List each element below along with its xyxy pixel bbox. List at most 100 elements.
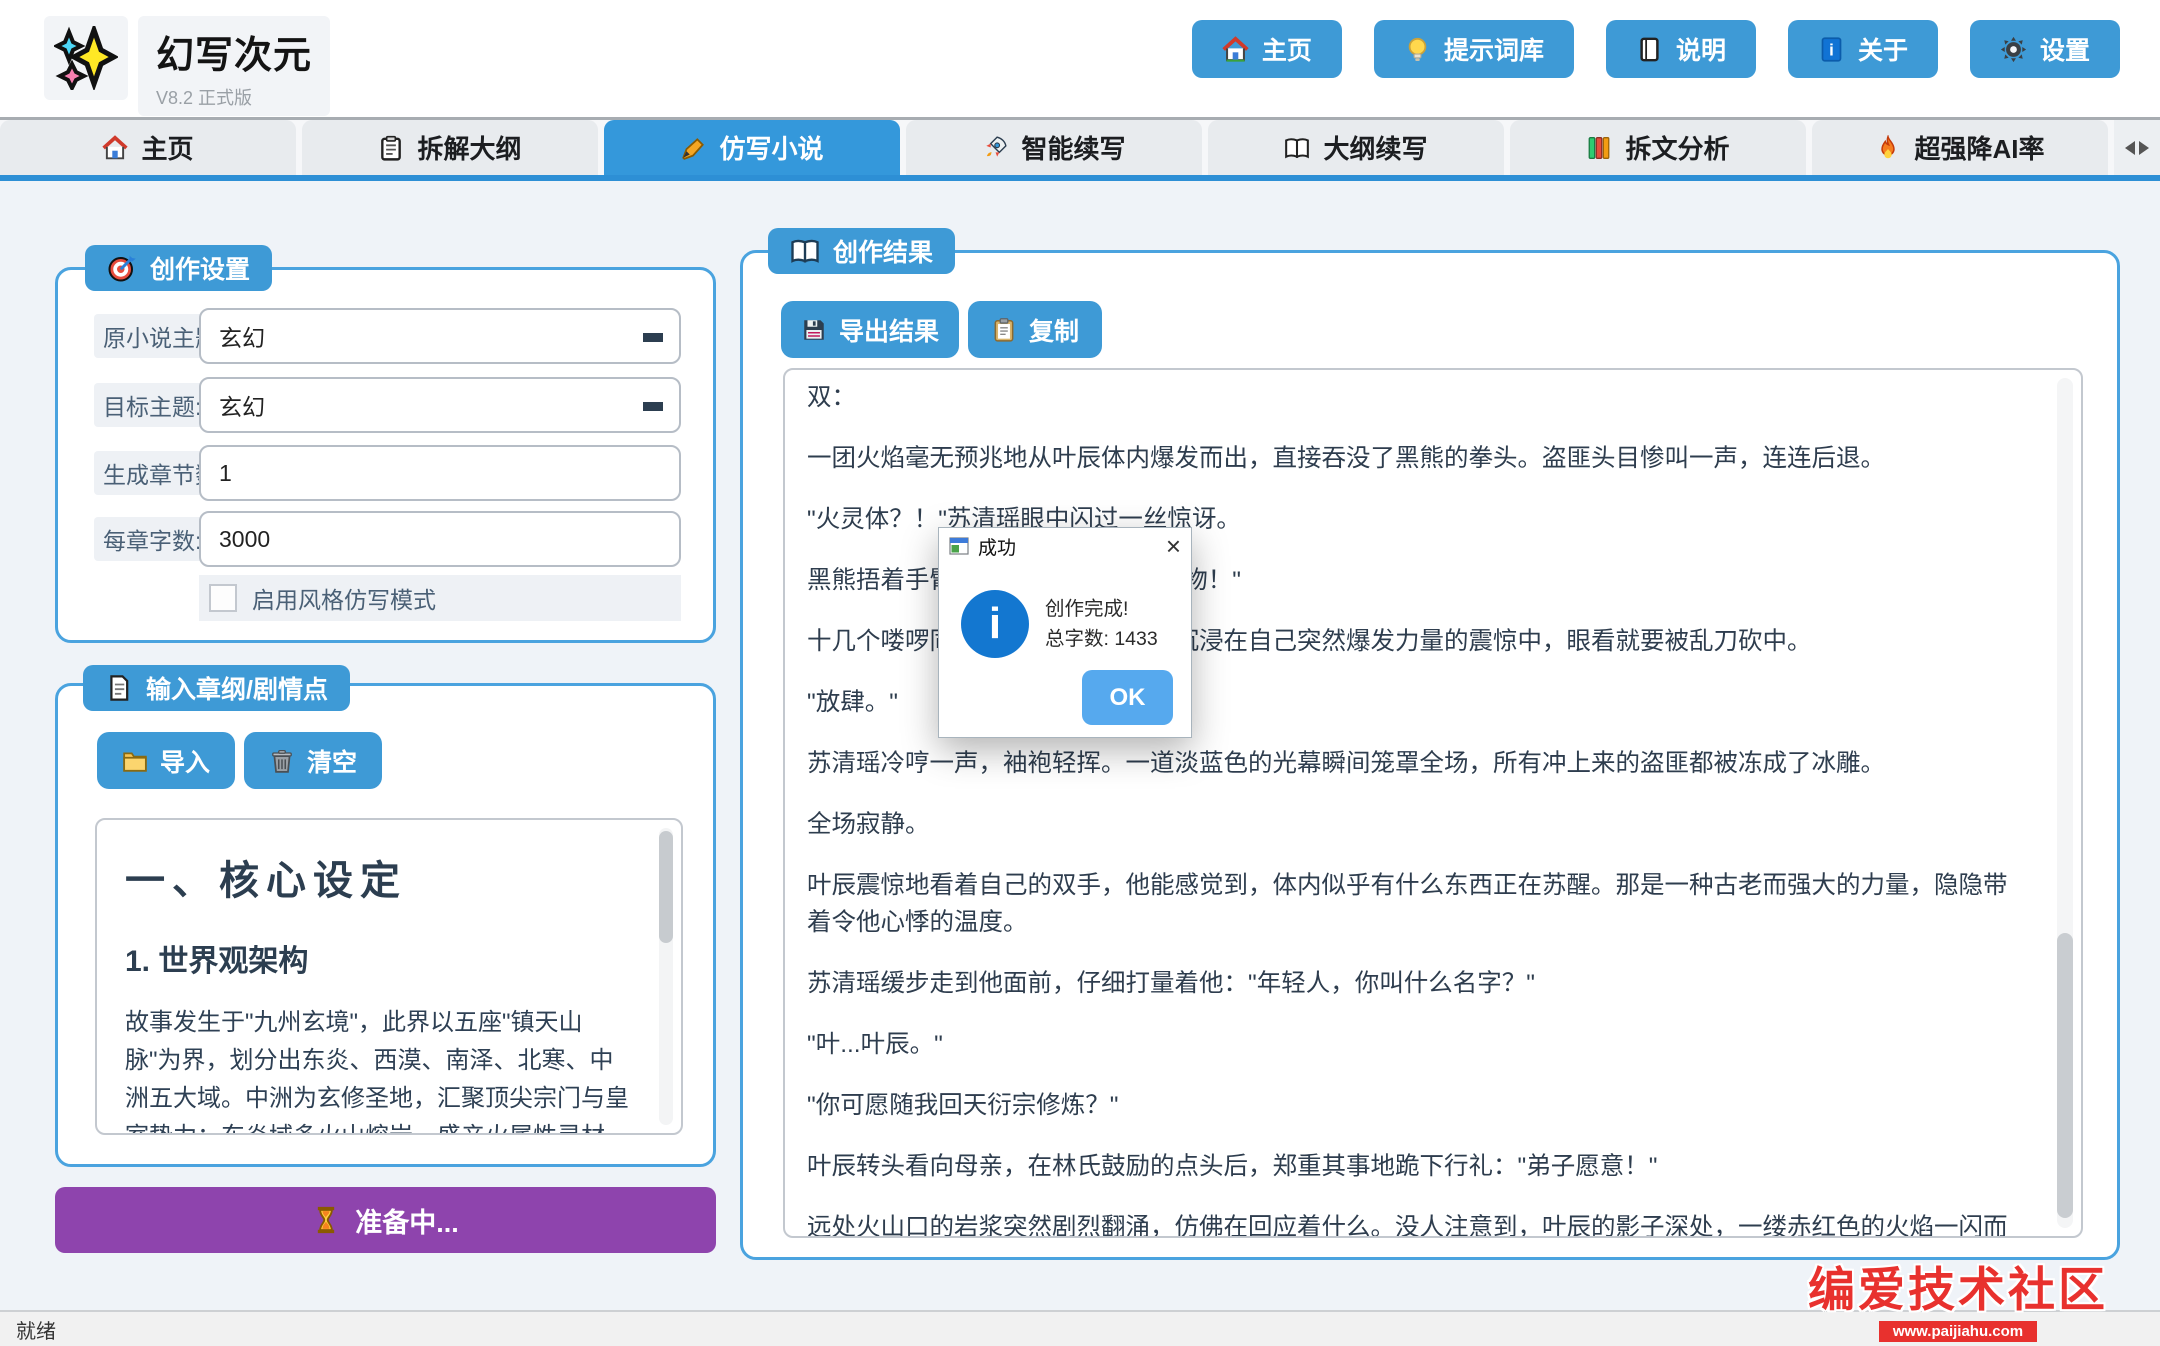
scroll-right-icon[interactable] (2139, 141, 2156, 155)
generate-button[interactable]: 准备中... (55, 1187, 716, 1253)
floppy-icon (801, 317, 827, 343)
app-header: 幻写次元 V8.2 正式版 主页 (0, 0, 2160, 117)
logo-box (44, 16, 128, 100)
outline-scrollbar[interactable] (659, 828, 673, 1125)
import-button[interactable]: 导入 (97, 732, 235, 789)
result-textarea[interactable]: 双： 一团火焰毫无预兆地从叶辰体内爆发而出，直接吞没了黑熊的拳头。盗匪头目惨叫一… (783, 368, 2083, 1238)
words-per-chapter-input[interactable]: 3000 (199, 511, 681, 567)
app-logo: 幻写次元 V8.2 正式版 (44, 16, 330, 116)
result-paragraph: 远处火山口的岩浆突然剧烈翻涌，仿佛在回应着什么。没人注意到，叶辰的影子深处，一缕… (807, 1209, 2017, 1238)
dropdown-mark-icon (643, 402, 663, 411)
window-icon (949, 536, 969, 556)
clipboard-icon (378, 135, 404, 161)
result-panel-title: 创作结果 (833, 233, 933, 269)
export-result-button[interactable]: 导出结果 (781, 301, 959, 358)
watermark-url: www.paijiahu.com (1879, 1321, 2037, 1342)
books-icon (1586, 135, 1612, 161)
tab-outline-continue[interactable]: 大纲续写 (1208, 120, 1504, 175)
prompt-library-button[interactable]: 提示词库 (1374, 20, 1574, 78)
target-icon (107, 253, 137, 283)
home-icon (102, 135, 128, 161)
settings-panel: 原小说主题: 玄幻 目标主题: 玄幻 生成章节数: 1 每章字数: 3000 启… (55, 267, 716, 643)
outline-paragraph: 故事发生于"九州玄境"，此界以五座"镇天山脉"为界，划分出东炎、西漠、南泽、北寒… (125, 1004, 637, 1135)
outline-panel: 导入 清空 一、核心设定 1. 世界观架构 故事发生于"九州玄境"，此界以五座"… (55, 683, 716, 1167)
result-scrollbar-thumb[interactable] (2057, 933, 2073, 1218)
success-dialog: 成功 × i 创作完成! 总字数: 1433 OK (938, 527, 1192, 738)
about-button[interactable]: i 关于 (1788, 20, 1938, 78)
tab-reduce-ai[interactable]: 超强降AI率 (1812, 120, 2108, 175)
settings-button[interactable]: 设置 (1970, 20, 2120, 78)
home-button[interactable]: 主页 (1192, 20, 1342, 78)
dialog-body: i 创作完成! 总字数: 1433 OK (939, 564, 1191, 738)
clear-button[interactable]: 清空 (244, 732, 382, 789)
dialog-message: 创作完成! 总字数: 1433 (1045, 594, 1158, 654)
outline-panel-header: 输入章纲/剧情点 (83, 665, 350, 711)
svg-text:i: i (1829, 40, 1834, 59)
rocket-icon (982, 135, 1008, 161)
style-imitate-label: 启用风格仿写模式 (252, 581, 436, 615)
style-imitate-row: 启用风格仿写模式 (199, 575, 681, 621)
tab-outline-continue-label: 大纲续写 (1323, 129, 1427, 166)
status-text: 就绪 (16, 1315, 56, 1344)
watermark-title: 编爱技术社区 (1808, 1251, 2108, 1320)
tab-outline-split[interactable]: 拆解大纲 (302, 120, 598, 175)
source-theme-select[interactable]: 玄幻 (199, 308, 681, 364)
chapter-count-input[interactable]: 1 (199, 445, 681, 501)
result-scrollbar[interactable] (2057, 378, 2073, 1228)
tab-smart-continue[interactable]: 智能续写 (906, 120, 1202, 175)
tab-text-analysis[interactable]: 拆文分析 (1510, 120, 1806, 175)
open-book-icon (790, 236, 820, 266)
result-paragraph: "叶...叶辰。" (807, 1026, 2017, 1063)
style-imitate-checkbox[interactable] (209, 584, 237, 612)
open-book-icon (1284, 135, 1310, 161)
outline-textarea[interactable]: 一、核心设定 1. 世界观架构 故事发生于"九州玄境"，此界以五座"镇天山脉"为… (95, 818, 683, 1135)
hourglass-icon (312, 1206, 340, 1234)
tab-outline-split-label: 拆解大纲 (417, 129, 521, 166)
tab-text-analysis-label: 拆文分析 (1625, 129, 1729, 166)
tab-home[interactable]: 主页 (0, 120, 296, 175)
outline-scrollbar-thumb[interactable] (659, 831, 673, 943)
clipboard-icon (991, 317, 1017, 343)
about-button-label: 关于 (1858, 31, 1908, 67)
result-paragraph: 叶辰转头看向母亲，在林氏鼓励的点头后，郑重其事地跪下行礼："弟子愿意！" (807, 1148, 2017, 1185)
bulb-icon (1404, 36, 1431, 63)
manual-button[interactable]: 说明 (1606, 20, 1756, 78)
result-paragraph: 苏清瑶缓步走到他面前，仔细打量着他："年轻人，你叫什么名字？" (807, 965, 2017, 1002)
dialog-message-line1: 创作完成! (1045, 594, 1158, 624)
app-title: 幻写次元 (156, 24, 312, 79)
tab-scroll-arrows[interactable] (2114, 120, 2160, 175)
prompt-library-label: 提示词库 (1444, 31, 1544, 67)
words-per-chapter-label: 每章字数: (94, 517, 210, 561)
export-result-label: 导出结果 (839, 312, 939, 348)
dialog-ok-button[interactable]: OK (1082, 670, 1173, 725)
settings-button-label: 设置 (2040, 31, 2090, 67)
dialog-message-line2: 总字数: 1433 (1045, 624, 1158, 654)
copy-button[interactable]: 复制 (968, 301, 1102, 358)
sparkles-icon (54, 26, 118, 90)
scroll-left-icon[interactable] (2118, 141, 2135, 155)
dialog-titlebar[interactable]: 成功 × (939, 528, 1191, 564)
outline-panel-title: 输入章纲/剧情点 (146, 670, 328, 706)
info-circle-icon: i (961, 590, 1029, 658)
result-paragraph: 双： (807, 379, 2017, 416)
target-theme-label: 目标主题: (94, 383, 210, 427)
tab-smart-continue-label: 智能续写 (1021, 129, 1125, 166)
import-button-label: 导入 (160, 743, 210, 779)
tab-imitate-novel-label: 仿写小说 (719, 129, 823, 166)
logo-text: 幻写次元 V8.2 正式版 (138, 16, 330, 116)
dialog-close-button[interactable]: × (1166, 533, 1181, 559)
manual-icon (1636, 36, 1663, 63)
tab-imitate-novel[interactable]: 仿写小说 (604, 120, 900, 175)
target-theme-value: 玄幻 (219, 388, 265, 422)
header-buttons: 主页 提示词库 说明 (1192, 20, 2120, 78)
target-theme-select[interactable]: 玄幻 (199, 377, 681, 433)
folder-icon (122, 748, 148, 774)
outline-heading2: 1. 世界观架构 (125, 936, 637, 980)
settings-panel-title: 创作设置 (150, 250, 250, 286)
tabs: 主页 拆解大纲 仿写小说 (0, 120, 2160, 175)
info-icon: i (1818, 36, 1845, 63)
manual-button-label: 说明 (1676, 31, 1726, 67)
result-panel-header: 创作结果 (768, 228, 955, 274)
dialog-title: 成功 (978, 533, 1016, 560)
tab-underline (0, 175, 2160, 181)
